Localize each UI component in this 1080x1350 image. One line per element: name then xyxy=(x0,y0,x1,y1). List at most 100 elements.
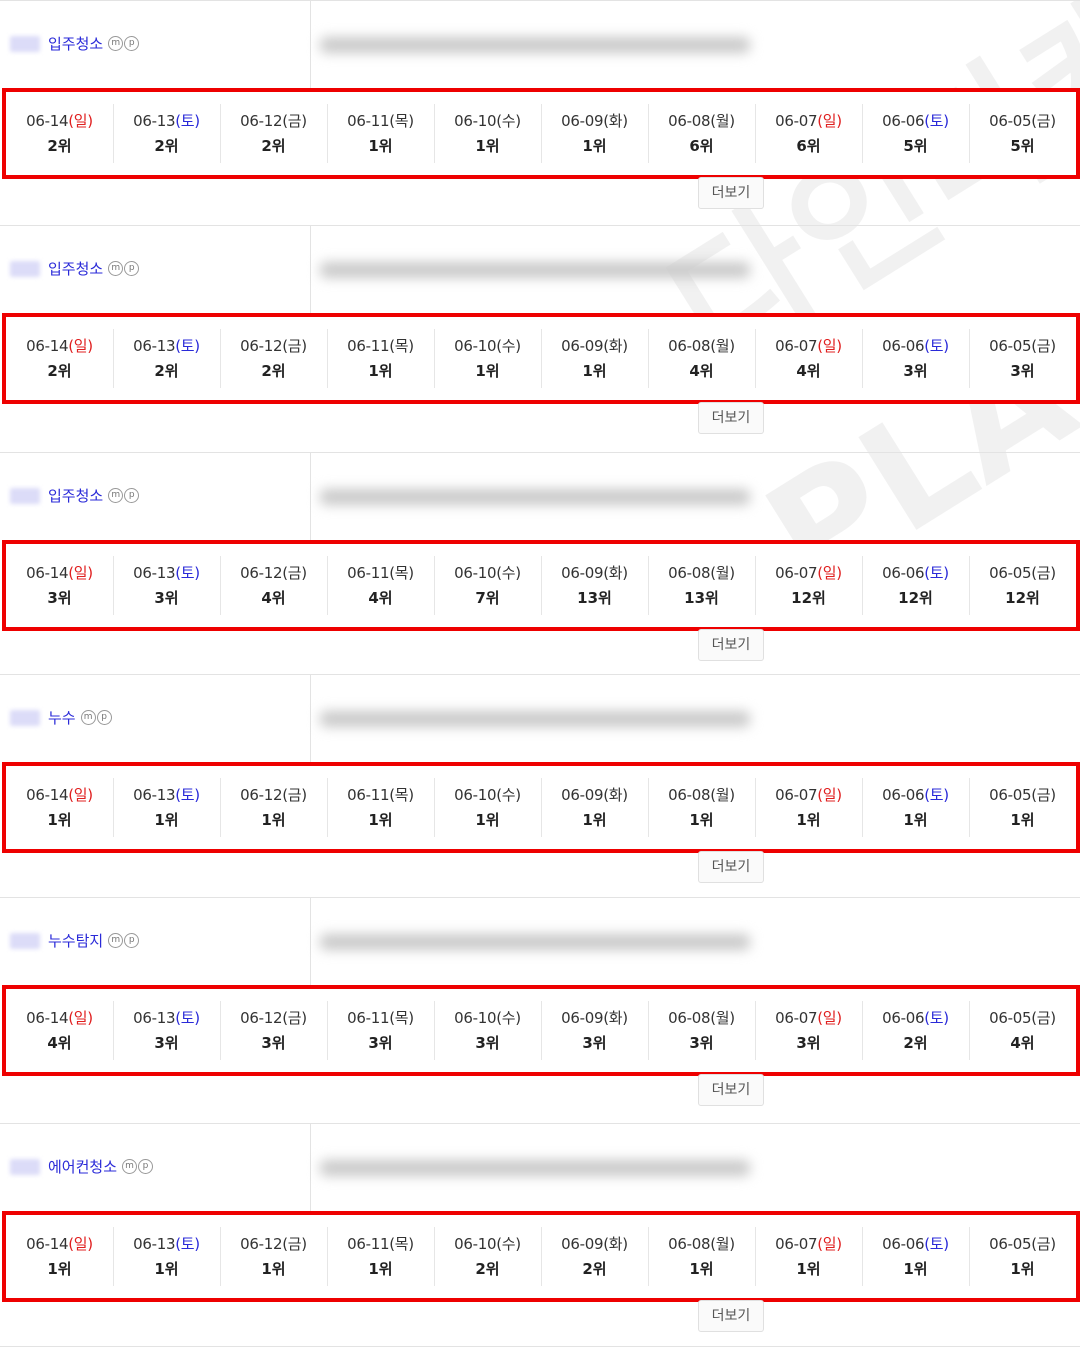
date-label: 06-07 xyxy=(775,1235,818,1253)
keyword-cell: 에어컨청소 m p xyxy=(0,1124,311,1212)
keyword-link[interactable]: 누수탐지 xyxy=(48,930,103,951)
rank-day-cell: 06-05(금) 4위 xyxy=(969,989,1076,1072)
rank-value: 1위 xyxy=(261,1260,286,1278)
rank-date: 06-09(화) xyxy=(541,562,648,583)
url-cell xyxy=(312,1,1080,89)
rank-day-cell: 06-05(금) 3위 xyxy=(969,317,1076,400)
keyword-header-row: 입주청소 m p xyxy=(0,0,1080,89)
rank-value: 3위 xyxy=(1010,362,1035,380)
rank-date: 06-07(일) xyxy=(755,335,862,356)
rank-day-cell: 06-05(금) 1위 xyxy=(969,766,1076,849)
rank-date: 06-09(화) xyxy=(541,784,648,805)
redacted-prefix xyxy=(10,709,40,726)
rank-date: 06-10(수) xyxy=(434,784,541,805)
weekday-label: (일) xyxy=(68,786,93,804)
url-cell xyxy=(312,1124,1080,1212)
url-cell xyxy=(312,898,1080,986)
rank-day-cell: 06-06(토) 1위 xyxy=(862,1215,969,1298)
date-label: 06-08 xyxy=(668,1009,711,1027)
redacted-url xyxy=(320,934,750,950)
more-button[interactable]: 더보기 xyxy=(698,177,764,209)
weekday-label: (화) xyxy=(603,786,628,804)
rank-value: 2위 xyxy=(261,137,286,155)
rank-date: 06-10(수) xyxy=(434,110,541,131)
rank-date: 06-09(화) xyxy=(541,1233,648,1254)
rank-value: 1위 xyxy=(796,811,821,829)
keyword-header-row: 입주청소 m p xyxy=(0,225,1080,314)
rank-history-box: 06-14(일) 4위 06-13(토) 3위 06-12(금) 3위 06-11(목) 3위… xyxy=(2,985,1080,1076)
more-button[interactable]: 더보기 xyxy=(698,1300,764,1332)
rank-day-cell: 06-07(일) 1위 xyxy=(755,766,862,849)
rank-date: 06-13(토) xyxy=(113,1233,220,1254)
rank-day-cell: 06-07(일) 12위 xyxy=(755,544,862,627)
rank-day-cell: 06-06(토) 3위 xyxy=(862,317,969,400)
rank-date: 06-11(목) xyxy=(327,1007,434,1028)
date-label: 06-10 xyxy=(454,337,497,355)
weekday-label: (토) xyxy=(175,1235,200,1253)
rank-value: 2위 xyxy=(475,1260,500,1278)
rank-value: 2위 xyxy=(47,137,72,155)
weekday-label: (수) xyxy=(496,786,521,804)
weekday-label: (일) xyxy=(817,1235,842,1253)
rank-value: 1위 xyxy=(582,362,607,380)
keyword-link[interactable]: 누수 xyxy=(48,707,76,728)
more-button[interactable]: 더보기 xyxy=(698,1074,764,1106)
rank-value: 4위 xyxy=(368,589,393,607)
date-label: 06-07 xyxy=(775,112,818,130)
date-label: 06-13 xyxy=(133,337,176,355)
date-label: 06-09 xyxy=(561,112,604,130)
rank-date: 06-14(일) xyxy=(6,335,113,356)
rank-date: 06-14(일) xyxy=(6,1007,113,1028)
rank-date: 06-13(토) xyxy=(113,784,220,805)
rank-value: 1위 xyxy=(689,811,714,829)
date-label: 06-10 xyxy=(454,786,497,804)
rank-value: 2위 xyxy=(154,137,179,155)
rank-date: 06-05(금) xyxy=(969,1233,1076,1254)
weekday-label: (금) xyxy=(1031,1009,1056,1027)
rank-day-cell: 06-08(월) 1위 xyxy=(648,1215,755,1298)
pc-icon: p xyxy=(138,1159,154,1174)
rank-day-cell: 06-14(일) 2위 xyxy=(6,317,113,400)
date-label: 06-08 xyxy=(668,337,711,355)
rank-value: 2위 xyxy=(154,362,179,380)
keyword-link[interactable]: 입주청소 xyxy=(48,258,103,279)
rank-day-cell: 06-11(목) 1위 xyxy=(327,92,434,175)
more-button[interactable]: 더보기 xyxy=(698,629,764,661)
rank-value: 4위 xyxy=(261,589,286,607)
weekday-label: (목) xyxy=(389,1235,414,1253)
weekday-label: (화) xyxy=(603,1235,628,1253)
rank-day-cell: 06-06(토) 5위 xyxy=(862,92,969,175)
weekday-label: (일) xyxy=(817,564,842,582)
keyword-cell: 누수탐지 m p xyxy=(0,898,311,986)
date-label: 06-10 xyxy=(454,1009,497,1027)
rank-value: 1위 xyxy=(154,811,179,829)
date-label: 06-08 xyxy=(668,786,711,804)
more-button[interactable]: 더보기 xyxy=(698,851,764,883)
keyword-link[interactable]: 에어컨청소 xyxy=(48,1156,117,1177)
keyword-link[interactable]: 입주청소 xyxy=(48,33,103,54)
rank-value: 2위 xyxy=(903,1034,928,1052)
rank-value: 3위 xyxy=(47,589,72,607)
keyword-cell: 누수 m p xyxy=(0,675,311,763)
rank-date: 06-11(목) xyxy=(327,335,434,356)
rank-date: 06-14(일) xyxy=(6,1233,113,1254)
platform-icons: mp xyxy=(80,710,112,725)
date-label: 06-09 xyxy=(561,1235,604,1253)
weekday-label: (금) xyxy=(1031,112,1056,130)
rank-value: 5위 xyxy=(1010,137,1035,155)
date-label: 06-07 xyxy=(775,786,818,804)
platform-icons: mp xyxy=(107,261,140,276)
rank-value: 7위 xyxy=(475,589,500,607)
rank-day-cell: 06-09(화) 13위 xyxy=(541,544,648,627)
rank-date: 06-06(토) xyxy=(862,1233,969,1254)
date-label: 06-06 xyxy=(882,112,925,130)
date-label: 06-07 xyxy=(775,564,818,582)
more-button[interactable]: 더보기 xyxy=(698,402,764,434)
weekday-label: (금) xyxy=(1031,564,1056,582)
keyword-link[interactable]: 입주청소 xyxy=(48,485,103,506)
rank-day-cell: 06-13(토) 2위 xyxy=(113,92,220,175)
date-label: 06-08 xyxy=(668,1235,711,1253)
rank-value: 13위 xyxy=(577,589,612,607)
date-label: 06-08 xyxy=(668,112,711,130)
weekday-label: (화) xyxy=(603,337,628,355)
